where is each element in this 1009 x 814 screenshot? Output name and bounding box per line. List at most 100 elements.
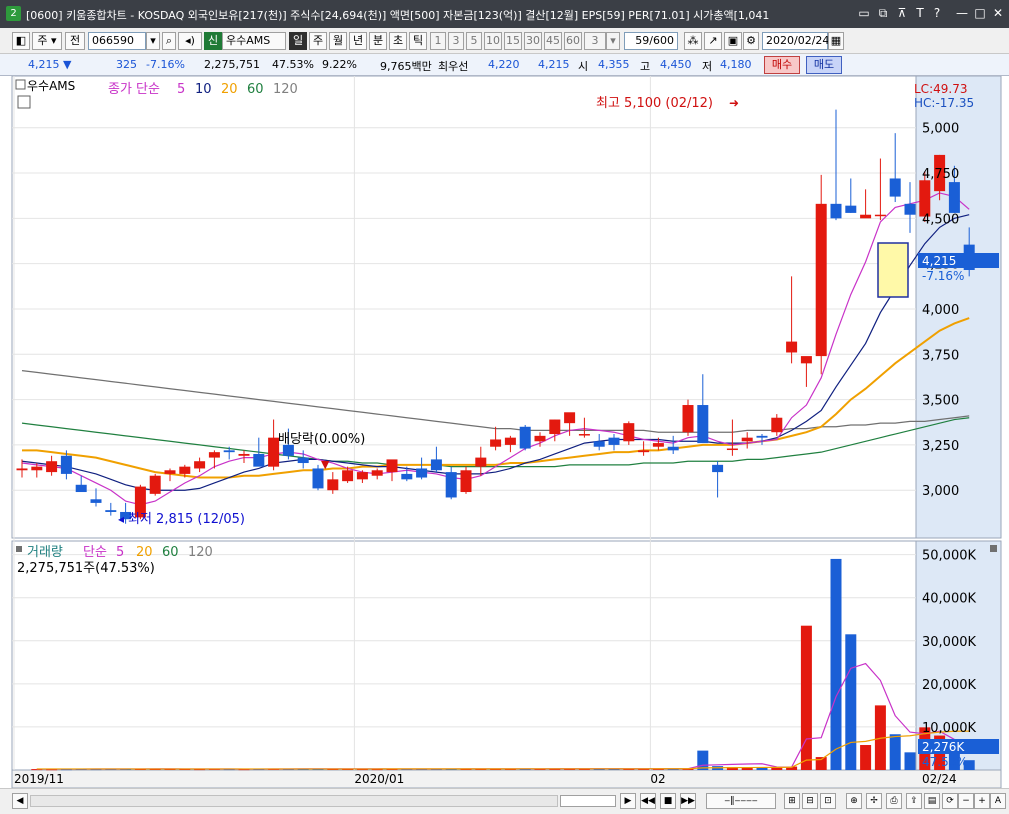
- candle-body: [519, 426, 531, 449]
- date-tick-label: 2020/01: [354, 772, 404, 786]
- restore-icon[interactable]: ⧉: [875, 5, 891, 21]
- best-ask-label: 최우선: [438, 60, 469, 73]
- date-input[interactable]: 2020/02/24: [762, 32, 829, 50]
- open-label: 시: [578, 60, 589, 73]
- refresh-icon[interactable]: ⟳: [942, 793, 958, 809]
- last-pct-label: -7.16%: [922, 269, 964, 283]
- candle-body: [46, 461, 58, 473]
- minute-dropdown-icon[interactable]: ▾: [606, 32, 620, 50]
- calendar-icon[interactable]: ▦: [828, 32, 844, 50]
- search-icon[interactable]: ⌕: [162, 32, 176, 50]
- candle-body: [638, 450, 650, 453]
- quote-volume-ratio: 47.53%: [272, 58, 314, 71]
- compare-icon[interactable]: ⁂: [684, 32, 702, 50]
- candle-body: [90, 499, 102, 503]
- candle-body: [564, 412, 576, 424]
- minute-30-button[interactable]: 30: [524, 32, 542, 50]
- minute-3-button[interactable]: 3: [448, 32, 464, 50]
- quote-change-pct: -7.16%: [146, 58, 185, 71]
- minimize-button[interactable]: —: [954, 5, 970, 21]
- help-icon[interactable]: ?: [929, 5, 945, 21]
- minute-60-button[interactable]: 60: [564, 32, 582, 50]
- high-value: 4,450: [660, 58, 692, 71]
- sound-icon[interactable]: ◂): [178, 32, 202, 50]
- export-icon[interactable]: ⇪: [906, 793, 922, 809]
- chart-area[interactable]: 3,0003,2503,5003,7504,0004,2504,5004,750…: [0, 76, 1009, 788]
- stop-icon[interactable]: ■: [660, 793, 676, 809]
- drawing-tool-icon[interactable]: ↗: [704, 32, 722, 50]
- minute-15-button[interactable]: 15: [504, 32, 522, 50]
- volume-bar: [889, 734, 901, 770]
- candle-body: [667, 446, 679, 451]
- candle-body: [386, 459, 398, 473]
- chart-type-icon[interactable]: ⊞: [784, 793, 800, 809]
- candle-body: [60, 455, 72, 474]
- stock-name-field[interactable]: 우수AMS: [222, 32, 286, 50]
- candle-body: [253, 453, 265, 467]
- layout-icon[interactable]: ◧: [12, 32, 30, 50]
- period-second-button[interactable]: 초: [389, 32, 407, 50]
- candle-body: [593, 441, 605, 447]
- low-annotation: 최저 2,815 (12/05): [128, 512, 245, 527]
- horizontal-scrollbar[interactable]: [30, 795, 558, 807]
- period-minute-button[interactable]: 분: [369, 32, 387, 50]
- grid-table-icon[interactable]: [17, 95, 31, 109]
- candle-body: [179, 466, 191, 474]
- legend-toggle-icon[interactable]: [15, 79, 26, 90]
- period-week-button[interactable]: 주: [309, 32, 327, 50]
- close-button[interactable]: ✕: [990, 5, 1006, 21]
- save-icon[interactable]: ▣: [724, 32, 742, 50]
- scroll-left-icon[interactable]: ◀: [12, 793, 28, 809]
- minute-5-button[interactable]: 5: [466, 32, 482, 50]
- title-bar: 2 [0600] 키움종합차트 - KOSDAQ 외국인보유[217(천)] 주…: [0, 0, 1009, 28]
- volume-legend-toggle-icon[interactable]: [16, 546, 22, 552]
- prev-button[interactable]: 전: [65, 32, 85, 50]
- dividend-marker-icon: ▼: [321, 458, 330, 471]
- image-icon[interactable]: ▤: [924, 793, 940, 809]
- period-unit-select[interactable]: 주 ▾: [32, 32, 62, 50]
- minimize-to-tray-icon[interactable]: ▭: [856, 5, 872, 21]
- minute-45-button[interactable]: 45: [544, 32, 562, 50]
- minute-10-button[interactable]: 10: [484, 32, 502, 50]
- zoom-slider[interactable]: ‒‖‒‒‒‒: [706, 793, 776, 809]
- candle-body: [889, 178, 901, 197]
- period-tick-button[interactable]: 틱: [409, 32, 427, 50]
- period-month-button[interactable]: 월: [329, 32, 347, 50]
- stock-code-input[interactable]: 066590: [88, 32, 146, 50]
- volume-panel-close-icon[interactable]: [990, 545, 997, 552]
- pin-icon[interactable]: ⊼: [894, 5, 910, 21]
- count-input[interactable]: 59/600: [624, 32, 678, 50]
- play-icon[interactable]: ▶▶: [680, 793, 696, 809]
- period-day-button[interactable]: 일: [289, 32, 307, 50]
- zoom-out-icon[interactable]: −: [958, 793, 974, 809]
- minute-select[interactable]: 3: [584, 32, 606, 50]
- quote-price: 4,215 ▼: [28, 58, 72, 71]
- maximize-button[interactable]: □: [972, 5, 988, 21]
- sell-button[interactable]: 매도: [806, 56, 842, 74]
- crosshair-icon[interactable]: ✢: [866, 793, 882, 809]
- candle-body: [800, 356, 812, 364]
- candle-body: [430, 459, 442, 471]
- indicator-icon[interactable]: ⊕: [846, 793, 862, 809]
- candle-body: [371, 470, 383, 476]
- code-dropdown-icon[interactable]: ▾: [146, 32, 160, 50]
- print-icon[interactable]: ⎙: [886, 793, 902, 809]
- open-value: 4,355: [598, 58, 630, 71]
- scroll-right-icon[interactable]: ▶: [620, 793, 636, 809]
- font-size-icon[interactable]: A: [990, 793, 1006, 809]
- buy-button[interactable]: 매수: [764, 56, 800, 74]
- scroll-thumb[interactable]: [560, 795, 616, 807]
- candle-body: [771, 417, 783, 433]
- settings-gear-icon[interactable]: ⚙: [743, 32, 759, 50]
- overlay-icon[interactable]: ⊡: [820, 793, 836, 809]
- zoom-in-icon[interactable]: +: [974, 793, 990, 809]
- low-value: 4,180: [720, 58, 752, 71]
- rewind-icon[interactable]: ◀◀: [640, 793, 656, 809]
- split-view-icon[interactable]: ⊟: [802, 793, 818, 809]
- candle-body: [342, 470, 354, 482]
- price-tick-label: 4,750: [922, 167, 959, 182]
- candle-body: [327, 479, 339, 491]
- period-year-button[interactable]: 년: [349, 32, 367, 50]
- font-icon[interactable]: T: [912, 5, 928, 21]
- minute-1-button[interactable]: 1: [430, 32, 446, 50]
